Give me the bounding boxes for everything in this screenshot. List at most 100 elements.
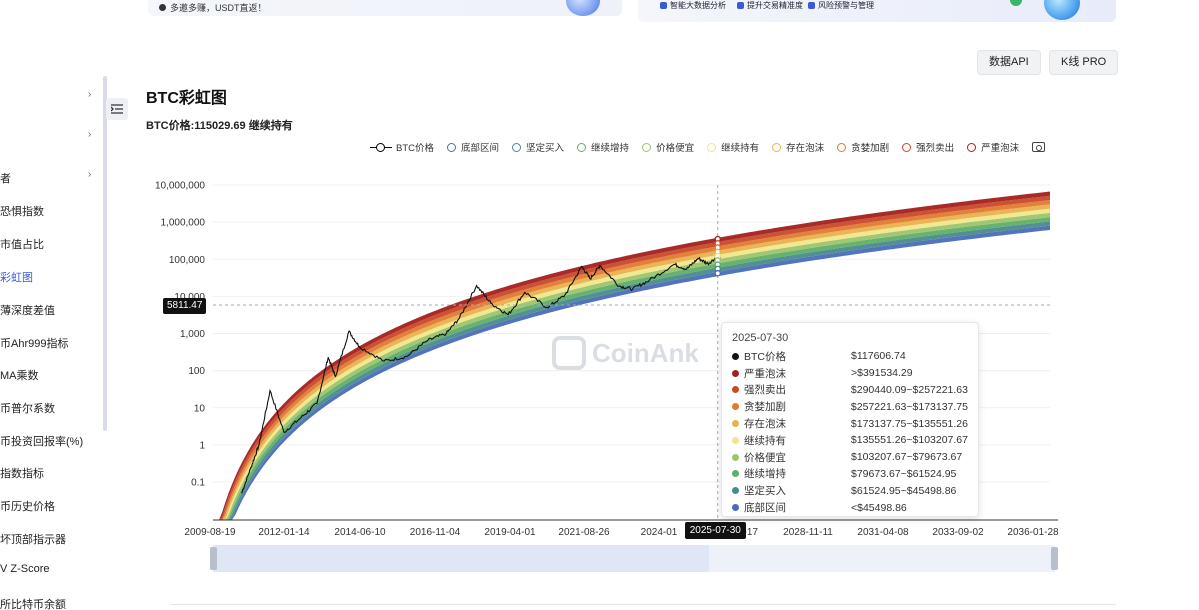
y-tick-label: 1,000: [180, 329, 205, 340]
crosshair-y-label: 5811.47: [163, 298, 207, 314]
legend-item[interactable]: 贪婪加剧: [837, 140, 889, 154]
tooltip-dot-icon: [732, 403, 739, 411]
tooltip-series-value: $103207.67~$79673.67: [851, 451, 963, 464]
x-tick-label: 2014-06-10: [334, 527, 386, 538]
tooltip-series-value: $61524.95~$45498.86: [851, 484, 957, 497]
legend-item[interactable]: 坚定买入: [512, 140, 564, 154]
tooltip-row: 严重泡沫 >$391534.29: [732, 365, 968, 382]
legend-item-btc[interactable]: BTC价格: [370, 140, 434, 154]
promo-illustration-icon: [1044, 0, 1080, 20]
legend-item[interactable]: 底部区间: [447, 140, 499, 154]
feature-item: 智能大数据分析: [660, 0, 726, 11]
legend-circle-icon: [447, 142, 457, 152]
sidebar-item[interactable]: 薄深度差值: [0, 302, 55, 318]
crosshair-x-label: 2025-07-30: [684, 522, 746, 539]
y-tick-label: 100: [188, 366, 205, 377]
collapse-sidebar-button[interactable]: [106, 98, 128, 120]
line-marker-icon: [370, 142, 392, 152]
tooltip-row: 存在泡沫 $173137.75~$135551.26: [732, 415, 968, 432]
legend-item[interactable]: 继续增持: [577, 140, 629, 154]
promo-banner-left[interactable]: 多邀多赚，USDT直返！: [148, 0, 622, 16]
legend-circle-icon: [967, 142, 977, 152]
sidebar-item[interactable]: 币历史价格: [0, 498, 55, 514]
sidebar-item[interactable]: 者: [0, 170, 11, 186]
data-zoom-slider[interactable]: [210, 545, 1058, 572]
legend-label: 继续持有: [721, 143, 760, 154]
sidebar-item[interactable]: V Z-Score: [0, 563, 50, 575]
tooltip-dot-icon: [732, 487, 739, 495]
zoom-handle-right[interactable]: [1051, 547, 1058, 570]
y-tick-label: 100,000: [169, 255, 206, 266]
tooltip-series-value: $173137.75~$135551.26: [850, 417, 968, 430]
legend-item[interactable]: 继续持有: [707, 140, 759, 154]
tooltip-dot-icon: [732, 470, 739, 478]
legend-circle-icon: [837, 142, 847, 152]
legend-item[interactable]: 价格便宜: [642, 140, 694, 154]
chart-tooltip: 2025-07-30 BTC价格 $117606.74 严重泡沫 >$391534.2…: [721, 322, 979, 517]
watermark: CoinAnk: [552, 336, 699, 370]
legend-circle-icon: [902, 142, 912, 152]
sidebar-item[interactable]: MA乘数: [0, 367, 39, 383]
divider: [170, 604, 1116, 605]
coinank-logo-icon: [552, 336, 586, 370]
sidebar-item[interactable]: 恐惧指数: [0, 203, 44, 219]
tooltip-row: 强烈卖出 $290440.09~$257221.63: [732, 382, 968, 399]
legend-circle-icon: [577, 142, 587, 152]
promo-badge-icon: [1010, 0, 1022, 6]
kline-pro-button[interactable]: K线 PRO: [1049, 50, 1119, 75]
legend-item[interactable]: 存在泡沫: [772, 140, 824, 154]
check-icon: [737, 2, 744, 9]
legend-item[interactable]: 强烈卖出: [902, 140, 954, 154]
check-icon: [808, 2, 815, 9]
tooltip-dot-icon: [732, 420, 739, 428]
tooltip-series-name: 继续持有: [744, 434, 786, 447]
legend-circle-icon: [772, 142, 782, 152]
legend-circle-icon: [642, 142, 652, 152]
legend-item[interactable]: 严重泡沫: [967, 140, 1019, 154]
chevron-right-icon: ›: [88, 169, 92, 180]
sidebar-item[interactable]: 所比特币余额: [0, 596, 66, 610]
tooltip-series-value: <$45498.86: [851, 501, 907, 514]
crosshair-point: [714, 269, 722, 277]
tooltip-row: 坚定买入 $61524.95~$45498.86: [732, 482, 968, 499]
promo-banner-right[interactable]: 智能大数据分析 提升交易精准度 风险预警与管理: [638, 0, 1116, 22]
legend-label: 存在泡沫: [786, 143, 825, 154]
sidebar-item[interactable]: 指数指标: [0, 465, 44, 481]
legend-label: 坚定买入: [526, 143, 565, 154]
tooltip-series-name: 严重泡沫: [744, 367, 786, 380]
zoom-handle-left[interactable]: [210, 547, 217, 570]
chevron-right-icon: ›: [88, 129, 92, 140]
tooltip-dot-icon: [732, 436, 739, 444]
x-tick-label: 2024-01: [641, 527, 678, 538]
legend-circle-icon: [512, 142, 522, 152]
chart-legend: BTC价格 底部区间 坚定买入 继续增持 价格便宜 继续持有 存在泡沫 贪婪加剧 强烈卖出 严重…: [370, 140, 1046, 154]
sidebar: › › 者 › 恐惧指数 市值占比 彩虹图 薄深度差值 币Ahr999指标 MA乘数 币普尔系数 币投…: [0, 70, 107, 610]
data-zoom-selection[interactable]: [213, 545, 709, 572]
legend-label: 强烈卖出: [916, 143, 955, 154]
tooltip-row: BTC价格 $117606.74: [732, 348, 968, 365]
y-tick-label: 1: [199, 440, 205, 451]
x-tick-label: 2016-11-04: [410, 527, 461, 538]
tooltip-row: 继续增持 $79673.67~$61524.95: [732, 466, 968, 483]
sidebar-item[interactable]: 彩虹图: [0, 269, 33, 285]
y-tick-label: 0.1: [191, 478, 205, 489]
tooltip-series-value: $117606.74: [851, 350, 906, 363]
sidebar-scrollbar[interactable]: [103, 76, 107, 431]
sidebar-item[interactable]: 币投资回报率(%): [0, 433, 83, 449]
sidebar-item[interactable]: 币Ahr999指标: [0, 335, 68, 351]
sidebar-item[interactable]: 坏顶部指示器: [0, 531, 66, 547]
tooltip-row: 价格便宜 $103207.67~$79673.67: [732, 449, 968, 466]
tooltip-dot-icon: [732, 386, 739, 394]
legend-label: 底部区间: [461, 143, 500, 154]
data-api-button[interactable]: 数据API: [977, 50, 1041, 75]
tooltip-dot-icon: [732, 504, 739, 512]
bullet-icon: [159, 4, 166, 11]
promo-text: 多邀多赚，USDT直返！: [170, 3, 267, 13]
feature-item: 风险预警与管理: [808, 0, 874, 11]
tooltip-series-name: 强烈卖出: [744, 384, 786, 397]
camera-icon[interactable]: [1032, 142, 1046, 152]
promo-illustration-icon: [566, 0, 600, 16]
sidebar-item[interactable]: 币普尔系数: [0, 400, 55, 416]
sidebar-item[interactable]: 市值占比: [0, 236, 44, 252]
x-tick-label: 2019-04-01: [484, 527, 536, 538]
